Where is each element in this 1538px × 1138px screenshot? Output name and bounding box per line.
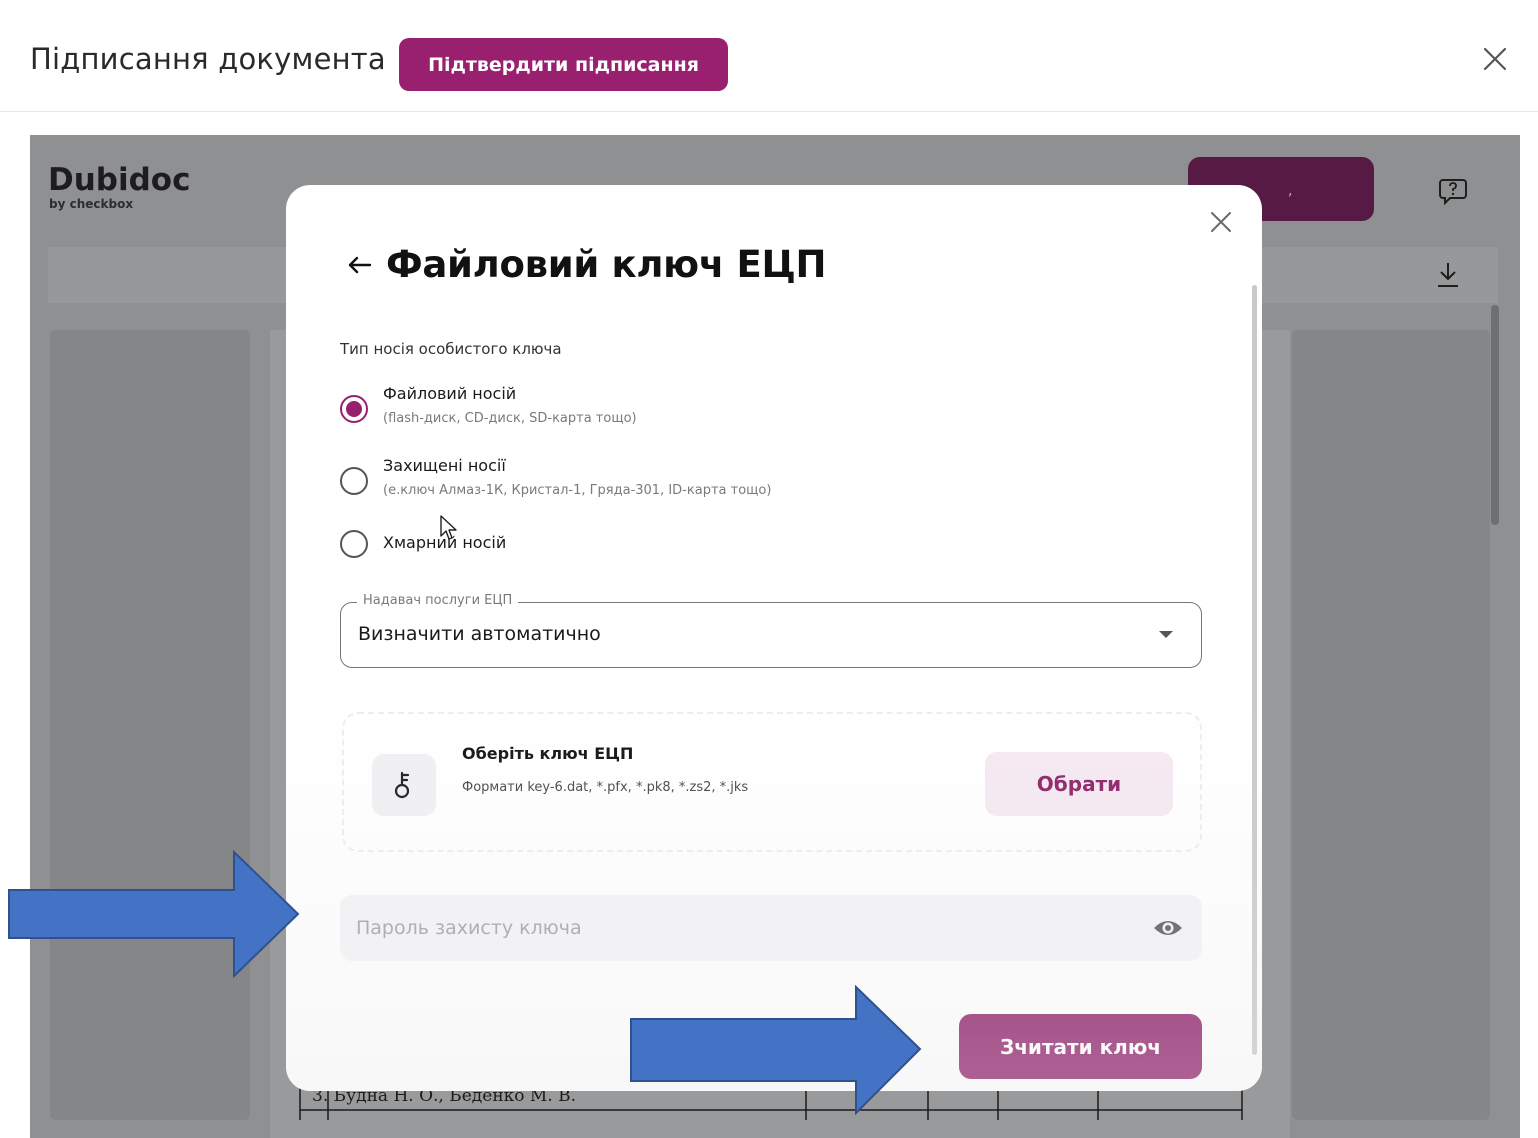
password-placeholder: Пароль захисту ключа bbox=[356, 917, 582, 939]
radio-description: (е.ключ Алмаз-1К, Кристал-1, Гряда-301, … bbox=[383, 483, 772, 498]
back-arrow-icon[interactable] bbox=[344, 253, 374, 277]
chevron-down-icon bbox=[1159, 631, 1173, 638]
radio-button[interactable] bbox=[340, 467, 368, 495]
radio-label: Захищені носії bbox=[383, 456, 506, 475]
radio-description: (flash-диск, CD-диск, SD-карта тощо) bbox=[383, 411, 637, 426]
close-icon[interactable] bbox=[1478, 42, 1512, 76]
key-type-label: Тип носія особистого ключа bbox=[340, 340, 562, 358]
mouse-cursor-icon bbox=[439, 514, 459, 542]
provider-select-value: Визначити автоматично bbox=[358, 623, 601, 645]
choose-key-button[interactable]: Обрати bbox=[985, 752, 1173, 816]
modal-scrollbar[interactable] bbox=[1252, 285, 1257, 1055]
background-scrollbar bbox=[1491, 305, 1499, 525]
key-file-card: Оберіть ключ ЕЦП Формати key-6.dat, *.pf… bbox=[342, 712, 1202, 852]
read-key-button[interactable]: Зчитати ключ bbox=[959, 1014, 1202, 1079]
radio-button-checked[interactable] bbox=[340, 395, 368, 423]
modal-header: Файловий ключ ЕЦП bbox=[344, 243, 826, 286]
confirm-signing-button[interactable]: Підтвердити підписання bbox=[399, 38, 728, 91]
annotation-arrow-icon bbox=[630, 984, 922, 1116]
background-left-panel bbox=[50, 330, 250, 1120]
radio-file-carrier[interactable]: Файловий носій (flash-диск, CD-диск, SD-… bbox=[340, 383, 637, 426]
close-icon[interactable] bbox=[1208, 209, 1234, 235]
download-icon bbox=[1435, 261, 1461, 289]
radio-cloud-carrier[interactable]: Хмарний носій bbox=[340, 518, 506, 558]
background-action-label: , bbox=[1288, 183, 1293, 199]
brand-name: Dubidoc bbox=[48, 162, 191, 198]
brand-logo: Dubidoc by checkbox bbox=[48, 163, 190, 211]
key-icon bbox=[372, 754, 436, 816]
radio-button[interactable] bbox=[340, 530, 368, 558]
key-modal: Файловий ключ ЕЦП Тип носія особистого к… bbox=[286, 185, 1262, 1091]
eye-icon[interactable] bbox=[1152, 914, 1184, 942]
top-bar: Підписання документа Підтвердити підписа… bbox=[0, 0, 1538, 112]
provider-select[interactable]: Надавач послуги ЕЦП Визначити автоматичн… bbox=[340, 593, 1202, 668]
password-input[interactable]: Пароль захисту ключа bbox=[340, 895, 1202, 961]
page-title: Підписання документа bbox=[30, 42, 386, 76]
provider-select-label: Надавач послуги ЕЦП bbox=[357, 593, 519, 608]
radio-protected-carrier[interactable]: Захищені носії (е.ключ Алмаз-1К, Кристал… bbox=[340, 455, 771, 498]
annotation-arrow-icon bbox=[8, 849, 300, 979]
key-card-formats: Формати key-6.dat, *.pfx, *.pk8, *.zs2, … bbox=[462, 780, 749, 795]
radio-label: Файловий носій bbox=[383, 384, 517, 403]
brand-subtitle: by checkbox bbox=[49, 197, 134, 211]
key-card-title: Оберіть ключ ЕЦП bbox=[462, 744, 634, 763]
background-right-panel bbox=[1292, 330, 1490, 1120]
help-icon bbox=[1437, 175, 1469, 207]
modal-title: Файловий ключ ЕЦП bbox=[386, 243, 827, 286]
